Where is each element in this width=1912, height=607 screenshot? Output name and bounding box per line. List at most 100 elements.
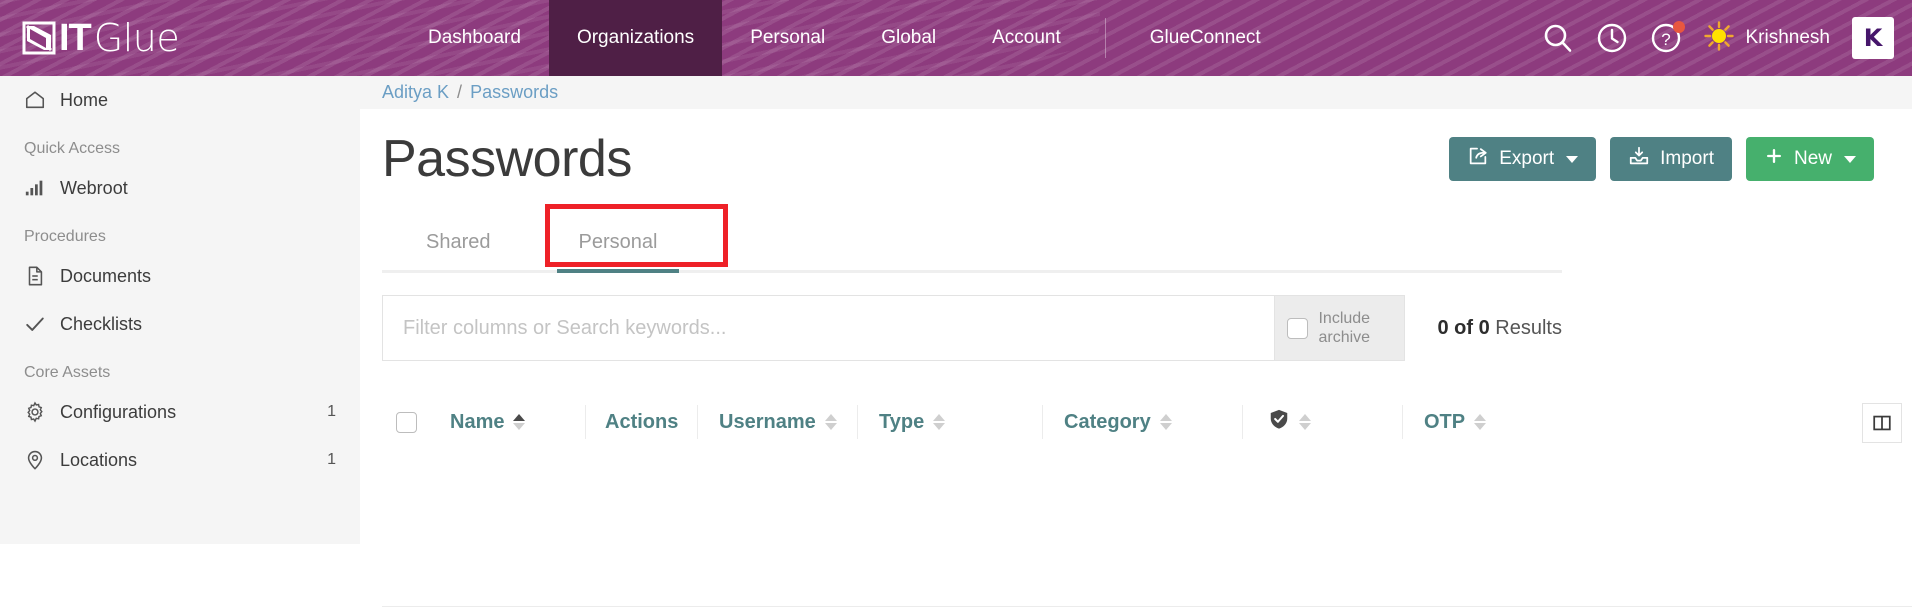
sort-indicator[interactable]	[513, 414, 526, 430]
logo-text-it: IT	[59, 17, 92, 59]
column-divider	[1402, 405, 1403, 439]
breadcrumb-current[interactable]: Passwords	[470, 82, 558, 103]
logo-text-glue: Glue	[93, 16, 180, 60]
nav-item-glueconnect[interactable]: GlueConnect	[1122, 0, 1289, 76]
tab-shared[interactable]: Shared	[382, 231, 535, 270]
breadcrumb-org-link[interactable]: Aditya K	[382, 82, 449, 103]
column-header-actions[interactable]: Actions	[585, 391, 697, 453]
results-count-suffix: Results	[1495, 316, 1562, 339]
check-icon	[24, 313, 46, 335]
page-title: Passwords	[382, 130, 632, 188]
column-divider	[857, 405, 858, 439]
gear-icon	[24, 401, 46, 423]
kaseya-logo-button[interactable]: K	[1852, 17, 1894, 59]
top-header-bar: IT Glue Dashboard Organizations Personal…	[0, 0, 1912, 76]
search-filter-row: Include archive 0 of 0 Results	[382, 295, 1562, 361]
sort-indicator[interactable]	[933, 414, 946, 430]
sidebar-item-label: Home	[60, 89, 109, 110]
column-header-label: Type	[879, 410, 925, 433]
column-header-security[interactable]	[1242, 391, 1402, 453]
include-archive-checkbox[interactable]	[1287, 317, 1309, 339]
sidebar-item-home[interactable]: Home	[0, 76, 360, 124]
sidebar-group-quick-access: Quick Access	[24, 140, 121, 157]
columns-layout-icon[interactable]	[1862, 403, 1902, 443]
sort-indicator[interactable]	[824, 414, 837, 430]
main-content: Passwords Export Import New Shared Perso…	[360, 109, 1912, 607]
export-icon	[1467, 145, 1489, 173]
nav-divider	[1104, 18, 1106, 58]
kaseya-logo-letter: K	[1863, 24, 1883, 52]
include-archive-label-line2: archive	[1318, 329, 1371, 346]
column-divider	[1042, 405, 1043, 439]
help-icon[interactable]: ?	[1650, 21, 1685, 54]
help-notification-dot	[1672, 21, 1685, 33]
column-header-category[interactable]: Category	[1042, 391, 1242, 453]
sidebar-group-procedures: Procedures	[24, 228, 106, 245]
chevron-down-icon	[1844, 155, 1856, 163]
include-archive-toggle[interactable]: Include archive	[1275, 295, 1406, 361]
sidebar-item-documents[interactable]: Documents	[0, 252, 360, 300]
sidebar-item-count: 1	[327, 403, 336, 420]
column-divider	[1242, 405, 1243, 439]
sidebar-item-locations[interactable]: Locations 1	[0, 436, 360, 484]
nav-item-personal[interactable]: Personal	[722, 0, 853, 76]
nav-item-organizations[interactable]: Organizations	[548, 0, 723, 76]
column-header-otp[interactable]: OTP	[1402, 391, 1562, 453]
column-divider	[585, 405, 586, 439]
column-header-username[interactable]: Username	[697, 391, 857, 453]
breadcrumb-separator: /	[457, 82, 463, 102]
itglue-logo[interactable]: IT Glue	[22, 16, 180, 60]
document-icon	[24, 265, 46, 287]
itglue-logo-mark	[22, 21, 56, 55]
sidebar-item-label: Documents	[60, 265, 152, 286]
import-button[interactable]: Import	[1610, 137, 1732, 181]
column-header-name[interactable]: Name	[430, 391, 585, 453]
select-all-cell[interactable]	[382, 411, 430, 433]
export-button[interactable]: Export	[1449, 137, 1597, 181]
sort-indicator[interactable]	[1299, 414, 1311, 430]
tab-personal[interactable]: Personal	[535, 231, 702, 273]
svg-text:?: ?	[1661, 30, 1670, 49]
nav-item-dashboard[interactable]: Dashboard	[400, 0, 549, 76]
column-divider	[697, 405, 698, 439]
nav-item-account[interactable]: Account	[964, 0, 1089, 76]
tab-bar: Shared Personal	[382, 204, 1562, 273]
user-name-label: Krishnesh	[1745, 27, 1831, 48]
sidebar-item-webroot[interactable]: Webroot	[0, 164, 360, 212]
breadcrumb: Aditya K / Passwords	[360, 76, 1912, 109]
primary-nav: Dashboard Organizations Personal Global …	[400, 0, 1289, 76]
sidebar-item-configurations[interactable]: Configurations 1	[0, 388, 360, 436]
sun-avatar-icon	[1703, 20, 1734, 56]
new-button-label: New	[1793, 148, 1832, 169]
plus-icon	[1764, 146, 1784, 172]
sidebar-item-label: Checklists	[60, 313, 143, 334]
export-button-label: Export	[1499, 148, 1555, 169]
sort-indicator[interactable]	[1159, 414, 1172, 430]
home-icon	[24, 89, 46, 111]
column-header-label: Name	[450, 410, 505, 433]
search-input-wrapper[interactable]	[382, 295, 1276, 361]
sidebar-item-label: Webroot	[60, 177, 128, 198]
search-icon[interactable]	[1542, 22, 1574, 54]
sidebar-item-label: Configurations	[60, 401, 177, 422]
import-icon	[1628, 145, 1650, 173]
table-header-row: Name Actions Username Type Category OTP	[382, 391, 1912, 453]
search-input[interactable]	[403, 316, 1255, 340]
page-action-buttons: Export Import New	[1449, 137, 1874, 181]
location-pin-icon	[24, 449, 46, 471]
header-actions: ? Krishnesh K	[1542, 0, 1894, 76]
include-archive-label-line1: Include	[1318, 310, 1371, 327]
column-header-label: Username	[719, 410, 816, 433]
select-all-checkbox[interactable]	[395, 411, 417, 433]
nav-item-global[interactable]: Global	[853, 0, 964, 76]
import-button-label: Import	[1660, 148, 1714, 169]
user-menu[interactable]: Krishnesh	[1703, 20, 1831, 56]
sort-indicator[interactable]	[1474, 414, 1487, 430]
sidebar-item-checklists[interactable]: Checklists	[0, 300, 360, 348]
new-button[interactable]: New	[1745, 137, 1874, 181]
column-header-label: OTP	[1424, 410, 1466, 433]
column-header-type[interactable]: Type	[857, 391, 1042, 453]
results-count-number: 0 of 0	[1437, 316, 1490, 339]
recent-history-icon[interactable]	[1596, 22, 1628, 54]
sidebar-group-core-assets: Core Assets	[24, 364, 111, 381]
